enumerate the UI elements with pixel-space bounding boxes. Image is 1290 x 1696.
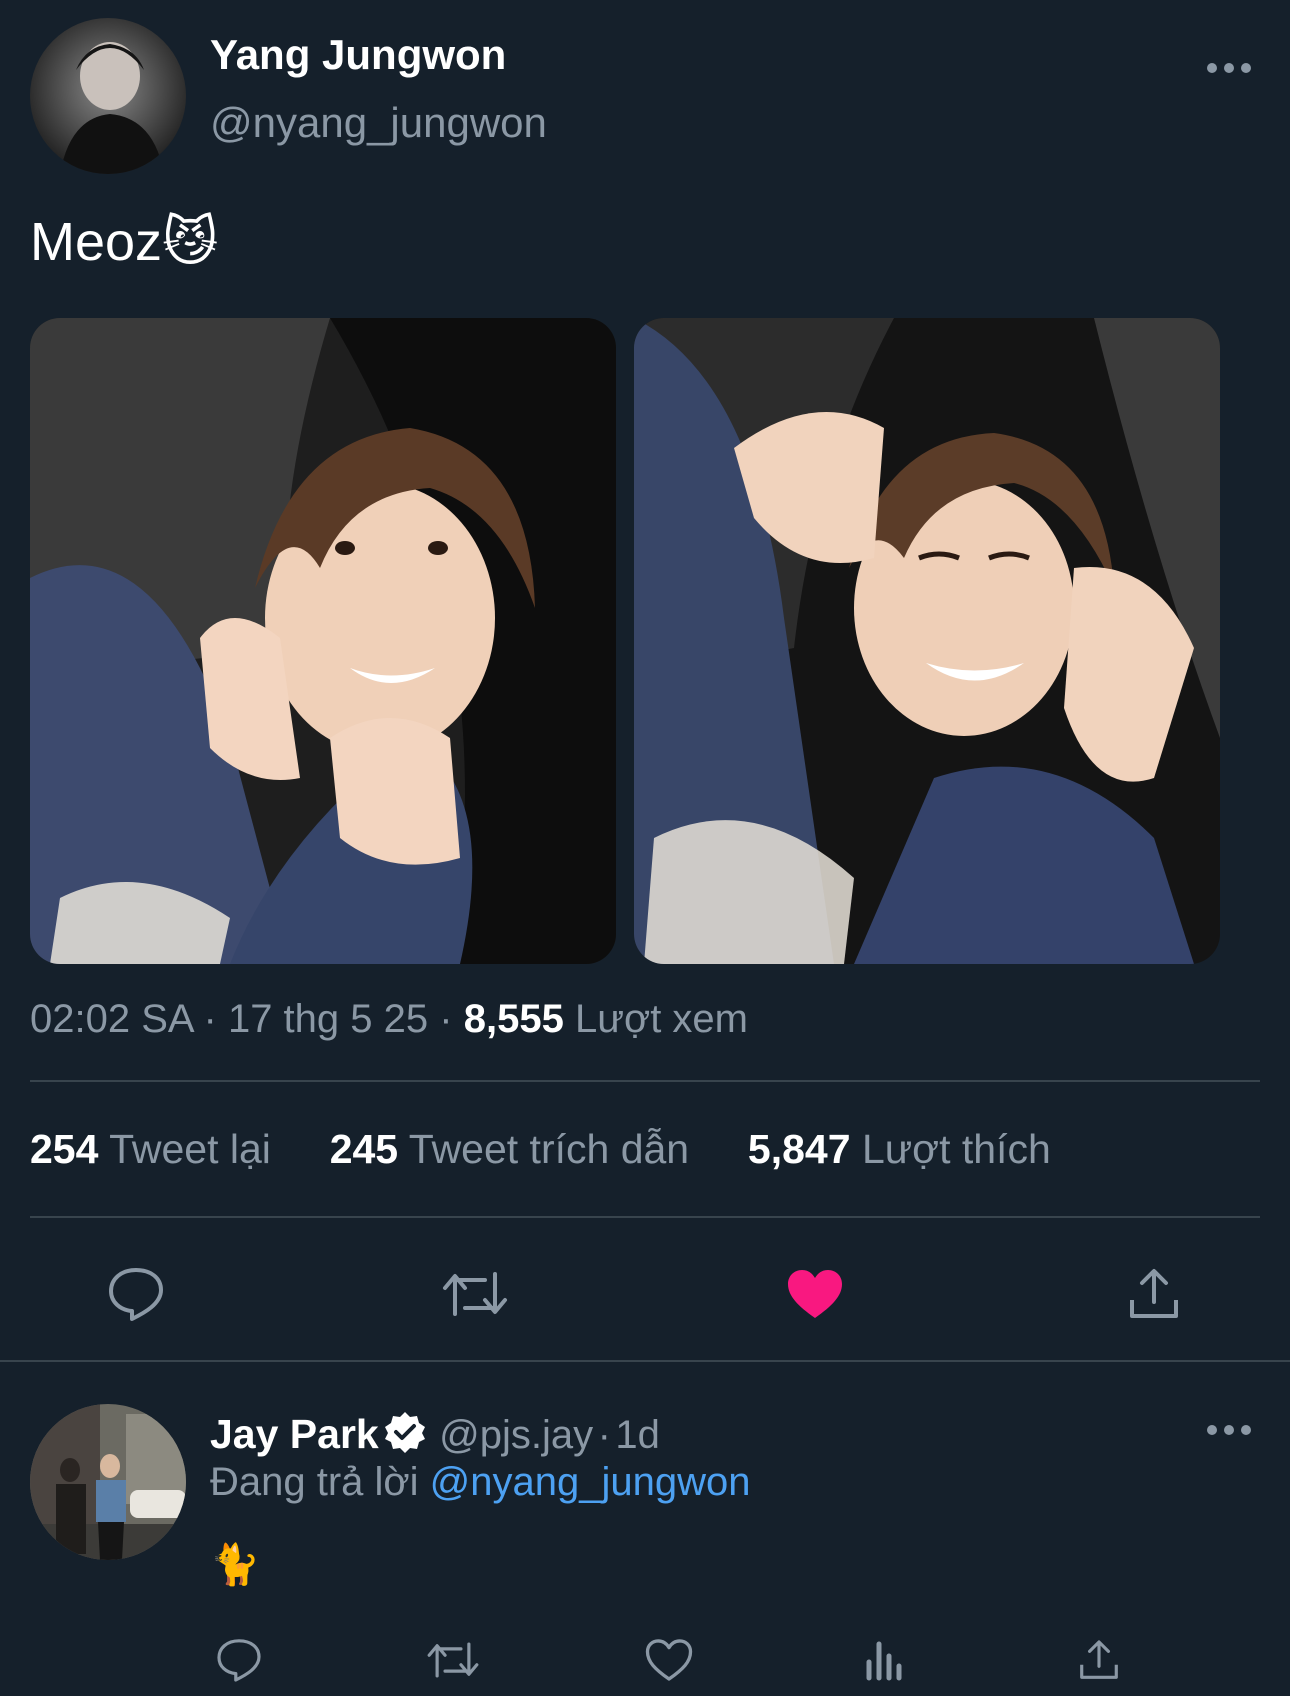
- reply-separator: ·: [597, 1413, 611, 1457]
- retweet-icon: [443, 1272, 507, 1316]
- divider: [0, 1360, 1290, 1362]
- analytics-icon: [866, 1641, 902, 1681]
- quotes-stat[interactable]: 245 Tweet trích dẫn: [330, 1126, 689, 1172]
- tweet-time: 02:02 SA: [30, 997, 193, 1041]
- reply-button[interactable]: [96, 1254, 176, 1334]
- views-label: Lượt xem: [574, 997, 748, 1041]
- like-button[interactable]: [775, 1254, 855, 1334]
- meta-separator: ·: [203, 997, 217, 1041]
- tweet-text-content: Meoz: [30, 212, 163, 272]
- divider: [30, 1080, 1260, 1082]
- reply-header: Jay Park @pjs.jay · 1d: [210, 1410, 660, 1459]
- divider: [30, 1216, 1260, 1218]
- tweet-date: 17 thg 5 25: [227, 997, 429, 1041]
- share-icon: [1080, 1640, 1118, 1679]
- reply-share-button[interactable]: [1070, 1632, 1128, 1688]
- verified-badge-icon: [383, 1410, 427, 1454]
- quotes-label: Tweet trích dẫn: [408, 1126, 690, 1172]
- share-button[interactable]: [1114, 1254, 1194, 1334]
- reply-retweet-button[interactable]: [424, 1632, 482, 1688]
- retweet-button[interactable]: [435, 1254, 515, 1334]
- reply-text: 🐈: [210, 1543, 260, 1587]
- reply-icon: [217, 1639, 261, 1682]
- author-handle[interactable]: @nyang_jungwon: [210, 98, 547, 148]
- reply-author-avatar[interactable]: [30, 1404, 186, 1560]
- heart-outline-icon: [645, 1639, 693, 1681]
- meta-separator: ·: [439, 997, 453, 1041]
- smirking-cat-emoji: 😼: [162, 212, 219, 272]
- reply-like-button[interactable]: [640, 1632, 698, 1688]
- tweet-meta: 02:02 SA · 17 thg 5 25 · 8,555 Lượt xem: [30, 994, 748, 1044]
- more-options-icon[interactable]: [1202, 56, 1256, 80]
- retweets-label: Tweet lại: [109, 1126, 271, 1172]
- share-icon: [1130, 1269, 1178, 1318]
- reply-time: 1d: [615, 1413, 660, 1457]
- retweet-icon: [427, 1642, 479, 1678]
- reply-views-button[interactable]: [856, 1632, 914, 1688]
- quotes-count: 245: [329, 1126, 399, 1172]
- author-avatar[interactable]: [30, 18, 186, 174]
- replying-mention-link[interactable]: @nyang_jungwon: [430, 1460, 751, 1504]
- reply-author-name[interactable]: Jay Park: [210, 1411, 379, 1457]
- reply-icon: [109, 1268, 163, 1321]
- retweets-count: 254: [30, 1126, 99, 1172]
- retweets-stat[interactable]: 254 Tweet lại: [30, 1126, 271, 1172]
- reply-author-handle[interactable]: @pjs.jay: [439, 1413, 593, 1457]
- tweet-photo-2[interactable]: [634, 318, 1220, 964]
- heart-filled-icon: [788, 1270, 842, 1318]
- tweet-text: Meoz😼: [30, 210, 218, 274]
- tweet-photo-1[interactable]: [30, 318, 616, 964]
- author-name[interactable]: Yang Jungwon: [210, 30, 506, 80]
- likes-count: 5,847: [747, 1126, 851, 1172]
- likes-stat[interactable]: 5,847 Lượt thích: [748, 1126, 1051, 1172]
- replying-to: Đang trả lời @nyang_jungwon: [210, 1458, 751, 1506]
- likes-label: Lượt thích: [861, 1126, 1051, 1172]
- more-options-icon[interactable]: [1202, 1418, 1256, 1442]
- replying-prefix: Đang trả lời: [210, 1460, 419, 1504]
- reply-reply-button[interactable]: [210, 1632, 268, 1688]
- tweet-stats: 254 Tweet lại 245 Tweet trích dẫn 5,847 …: [30, 1124, 1051, 1174]
- views-count: 8,555: [463, 997, 564, 1041]
